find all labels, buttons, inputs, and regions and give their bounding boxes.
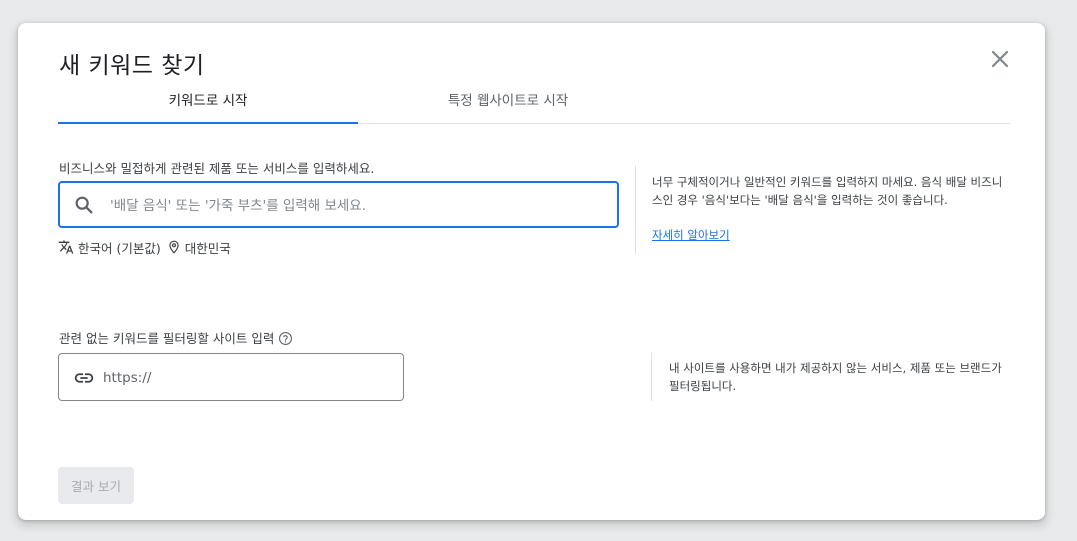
active-tab-indicator [58, 122, 358, 124]
link-icon [74, 373, 94, 383]
close-button[interactable] [988, 47, 1012, 71]
site-url-input[interactable] [101, 365, 395, 391]
tab-bar: 키워드로 시작 특정 웹사이트로 시작 [58, 87, 1010, 124]
site-url-box[interactable] [58, 353, 404, 401]
keyword-help-text: 너무 구체적이거나 일반적인 키워드를 입력하지 마세요. 음식 배달 비즈니스… [652, 175, 1003, 207]
view-results-button[interactable]: 결과 보기 [58, 467, 134, 504]
keyword-search-input[interactable] [108, 193, 612, 219]
search-icon [75, 196, 93, 214]
site-filter-label-text: 관련 없는 키워드를 필터링할 사이트 입력 [59, 331, 275, 346]
language-label: 한국어 (기본값) [78, 240, 161, 256]
learn-more-link[interactable]: 자세히 알아보기 [652, 227, 730, 243]
keyword-input-label: 비즈니스와 밀접하게 관련된 제품 또는 서비스를 입력하세요. [59, 161, 375, 176]
location-pin-icon [169, 240, 179, 254]
help-divider [635, 166, 636, 254]
targeting-row: 한국어 (기본값) 대한민국 [58, 237, 231, 257]
language-selector[interactable]: 한국어 (기본값) [58, 238, 161, 257]
location-selector[interactable]: 대한민국 [167, 238, 231, 257]
close-icon [991, 50, 1009, 68]
keyword-search-box[interactable] [58, 181, 619, 228]
tab-start-with-website[interactable]: 특정 웹사이트로 시작 [358, 87, 658, 123]
site-help-divider [651, 353, 652, 401]
keyword-dialog: 새 키워드 찾기 키워드로 시작 특정 웹사이트로 시작 비즈니스와 밀접하게 … [18, 23, 1045, 520]
help-circle-icon [279, 332, 293, 345]
tab-start-with-keywords[interactable]: 키워드로 시작 [58, 87, 358, 123]
location-label: 대한민국 [184, 240, 231, 256]
site-filter-label: 관련 없는 키워드를 필터링할 사이트 입력 [59, 328, 293, 349]
help-button[interactable] [278, 331, 293, 349]
translate-icon [58, 240, 74, 254]
site-help-text: 내 사이트를 사용하면 내가 제공하지 않는 서비스, 제품 또는 브랜드가 필… [669, 361, 1002, 393]
dialog-title: 새 키워드 찾기 [59, 53, 205, 79]
